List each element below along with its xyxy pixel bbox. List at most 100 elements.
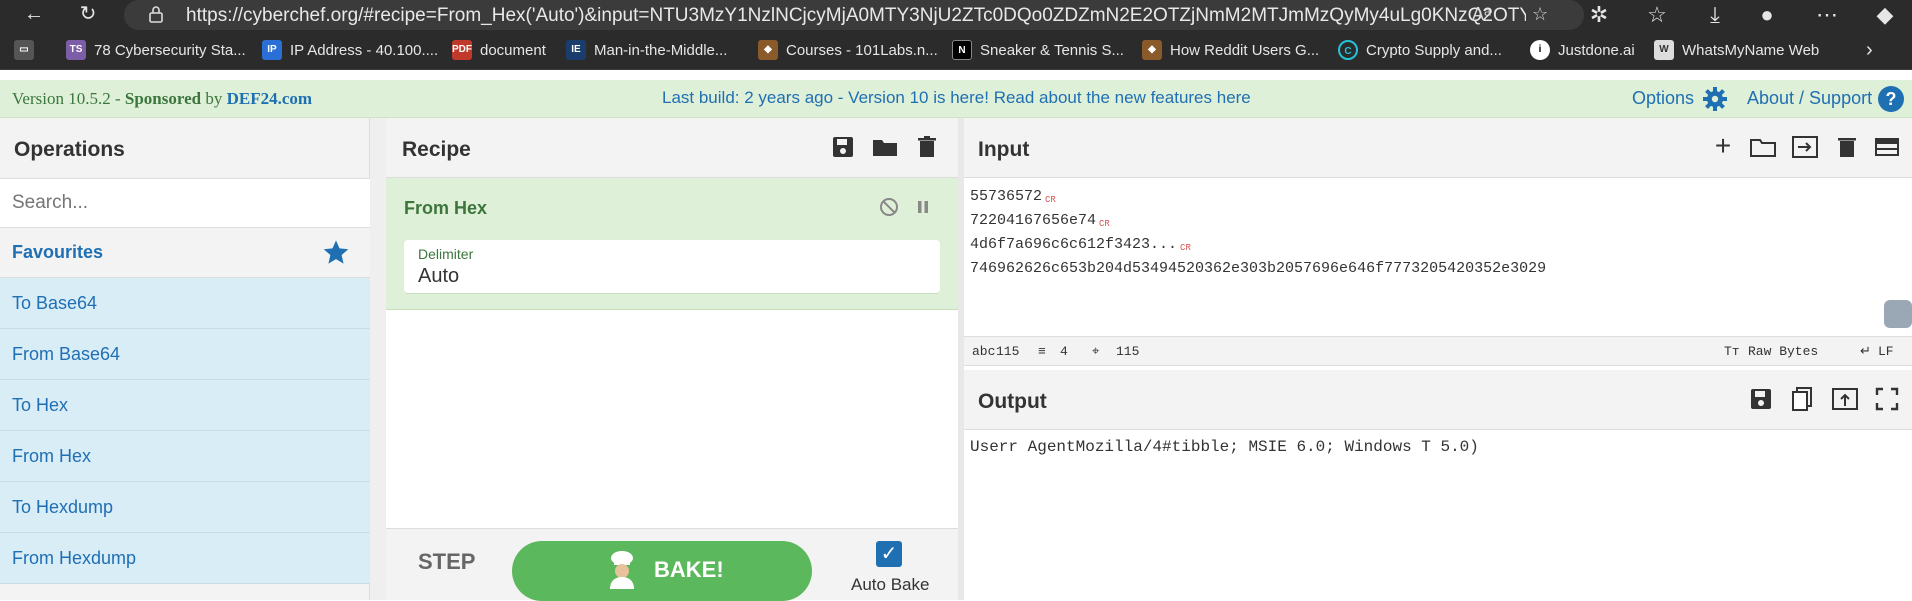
bookmarks-bar: ▭ TS 78 Cybersecurity Sta... IP IP Address… xyxy=(0,30,1912,70)
char-count: 115 xyxy=(996,344,1020,359)
bookmarks-overflow-icon[interactable]: › xyxy=(1866,38,1873,62)
recipe-operation[interactable]: From Hex Delimiter Auto xyxy=(386,178,958,310)
extensions-icon[interactable]: ✲ xyxy=(1584,2,1614,28)
copilot-icon[interactable]: ◆ xyxy=(1870,2,1900,28)
bookmark-label: Crypto Supply and... xyxy=(1366,41,1502,59)
profile-avatar[interactable]: ● xyxy=(1752,2,1782,28)
input-header: Input + xyxy=(964,118,1912,178)
favorites-icon[interactable]: ☆ xyxy=(1642,2,1672,28)
bookmarks-menu-icon[interactable]: ▭ xyxy=(14,38,34,62)
text-encoding-icon: Tт xyxy=(1724,344,1740,359)
bookmark-item[interactable]: TS 78 Cybersecurity Sta... xyxy=(66,38,246,62)
maximize-icon[interactable] xyxy=(1872,384,1902,414)
bake-button[interactable]: BAKE! xyxy=(512,541,812,601)
recipe-panel: Recipe From Hex Delimiter Auto STEP BAKE… xyxy=(386,118,958,601)
folder-icon[interactable] xyxy=(1748,132,1778,162)
layout-icon[interactable] xyxy=(1872,132,1902,162)
line-count: 4 xyxy=(1060,344,1068,359)
pause-icon[interactable] xyxy=(908,192,938,222)
help-icon[interactable]: ? xyxy=(1878,86,1904,112)
bookmark-item[interactable]: IP IP Address - 40.100.... xyxy=(262,38,438,62)
bookmark-label: How Reddit Users G... xyxy=(1170,41,1320,59)
reddit-icon: ◆ xyxy=(1142,40,1162,60)
wmn-icon: W xyxy=(1654,40,1674,60)
chars-icon: abc xyxy=(972,344,996,359)
cursor-position: 115 xyxy=(1116,344,1140,359)
ts-icon: TS xyxy=(66,40,86,60)
labs-icon: ◆ xyxy=(758,40,778,60)
operation-item[interactable]: To Base64 xyxy=(0,278,370,329)
delimiter-value[interactable]: Auto xyxy=(418,265,459,288)
trash-icon[interactable] xyxy=(1832,132,1862,162)
last-build-link[interactable]: Last build: 2 years ago - Version 10 is … xyxy=(662,88,1251,108)
bookmark-label: document xyxy=(480,41,546,59)
read-aloud-icon[interactable]: Aᵃ xyxy=(1472,4,1491,25)
output-header: Output xyxy=(964,370,1912,430)
operations-search[interactable] xyxy=(0,178,370,228)
bookmark-item[interactable]: ◆ How Reddit Users G... xyxy=(1142,38,1319,62)
open-file-icon[interactable] xyxy=(1790,132,1820,162)
operation-item[interactable]: From Base64 xyxy=(0,329,370,380)
search-input[interactable] xyxy=(12,179,352,227)
step-button[interactable]: STEP xyxy=(418,549,475,575)
back-icon[interactable]: ← xyxy=(20,0,48,28)
input-line[interactable]: 746962626c653b204d53494520362e303b205769… xyxy=(970,260,1549,277)
replace-input-icon[interactable] xyxy=(1830,384,1860,414)
output-text[interactable]: Userr AgentMozilla/4#tibble; MSIE 6.0; W… xyxy=(970,438,1479,456)
column-resizer[interactable] xyxy=(370,118,386,600)
eol-selector[interactable]: LF xyxy=(1878,344,1894,359)
delimiter-label: Delimiter xyxy=(418,246,474,262)
input-status-bar: abc 115 ≡ 4 ⌖ 115 Tт Raw Bytes ↵ LF xyxy=(964,336,1912,366)
ip-icon: IP xyxy=(262,40,282,60)
browser-toolbar: ← ↻ https://cyberchef.org/#recipe=From_H… xyxy=(0,0,1912,30)
recipe-title: Recipe xyxy=(402,138,471,161)
assistant-icon[interactable] xyxy=(1884,300,1912,328)
bookmark-item[interactable]: N Sneaker & Tennis S... xyxy=(952,38,1124,62)
copy-icon[interactable] xyxy=(1788,384,1818,414)
bookmark-label: IP Address - 40.100.... xyxy=(290,41,439,59)
favorite-star-icon[interactable]: ☆ xyxy=(1532,4,1548,25)
folder-icon[interactable] xyxy=(870,132,900,162)
trash-icon[interactable] xyxy=(912,132,942,162)
input-line[interactable]: 4d6f7a696c6c612f3423... CR xyxy=(970,236,1191,253)
add-icon[interactable]: + xyxy=(1708,130,1738,161)
disable-icon[interactable] xyxy=(874,192,904,222)
delimiter-field[interactable]: Delimiter Auto xyxy=(404,240,940,294)
operation-item[interactable]: From Hexdump xyxy=(0,533,370,584)
more-menu-icon[interactable]: ⋯ xyxy=(1812,2,1842,28)
sponsor-link[interactable]: DEF24.com xyxy=(227,89,312,108)
bookmark-item[interactable]: W WhatsMyName Web xyxy=(1654,38,1819,62)
operation-item[interactable]: To Hex xyxy=(0,380,370,431)
gear-icon[interactable] xyxy=(1702,86,1728,112)
input-line[interactable]: 72204167656e74 CR xyxy=(970,212,1110,229)
input-line[interactable]: 55736572 CR xyxy=(970,188,1056,205)
lock-icon xyxy=(149,6,163,23)
about-link[interactable]: About / Support xyxy=(1747,88,1872,109)
output-title: Output xyxy=(978,390,1047,413)
bookmark-item[interactable]: i Justdone.ai xyxy=(1530,38,1635,62)
recipe-header: Recipe xyxy=(386,118,958,178)
url-text[interactable]: https://cyberchef.org/#recipe=From_Hex('… xyxy=(186,5,1526,27)
options-link[interactable]: Options xyxy=(1632,88,1694,109)
favourites-label: Favourites xyxy=(12,242,104,262)
bookmark-item[interactable]: PDF document xyxy=(452,38,546,62)
operations-title: Operations xyxy=(14,138,125,161)
favourites-header[interactable]: Favourites xyxy=(0,228,370,278)
reload-icon[interactable]: ↻ xyxy=(74,0,102,28)
bake-label: BAKE! xyxy=(654,557,724,582)
downloads-icon[interactable]: ⤓ xyxy=(1700,2,1730,28)
address-bar[interactable]: https://cyberchef.org/#recipe=From_Hex('… xyxy=(124,0,1584,30)
bookmark-item[interactable]: ◆ Courses - 101Labs.n... xyxy=(758,38,938,62)
bookmark-item[interactable]: IE Man-in-the-Middle... xyxy=(566,38,727,62)
encoding-selector[interactable]: Raw Bytes xyxy=(1748,344,1818,359)
star-icon[interactable] xyxy=(322,238,350,266)
bookmark-label: WhatsMyName Web xyxy=(1682,41,1820,59)
operation-item[interactable]: From Hex xyxy=(0,431,370,482)
eol-icon: ↵ xyxy=(1860,344,1871,359)
save-icon[interactable] xyxy=(828,132,858,162)
auto-bake-checkbox[interactable]: ✓ xyxy=(876,541,902,567)
bookmark-item[interactable]: C Crypto Supply and... xyxy=(1338,38,1502,62)
n-icon: N xyxy=(952,40,972,60)
operation-item[interactable]: To Hexdump xyxy=(0,482,370,533)
save-icon[interactable] xyxy=(1746,384,1776,414)
